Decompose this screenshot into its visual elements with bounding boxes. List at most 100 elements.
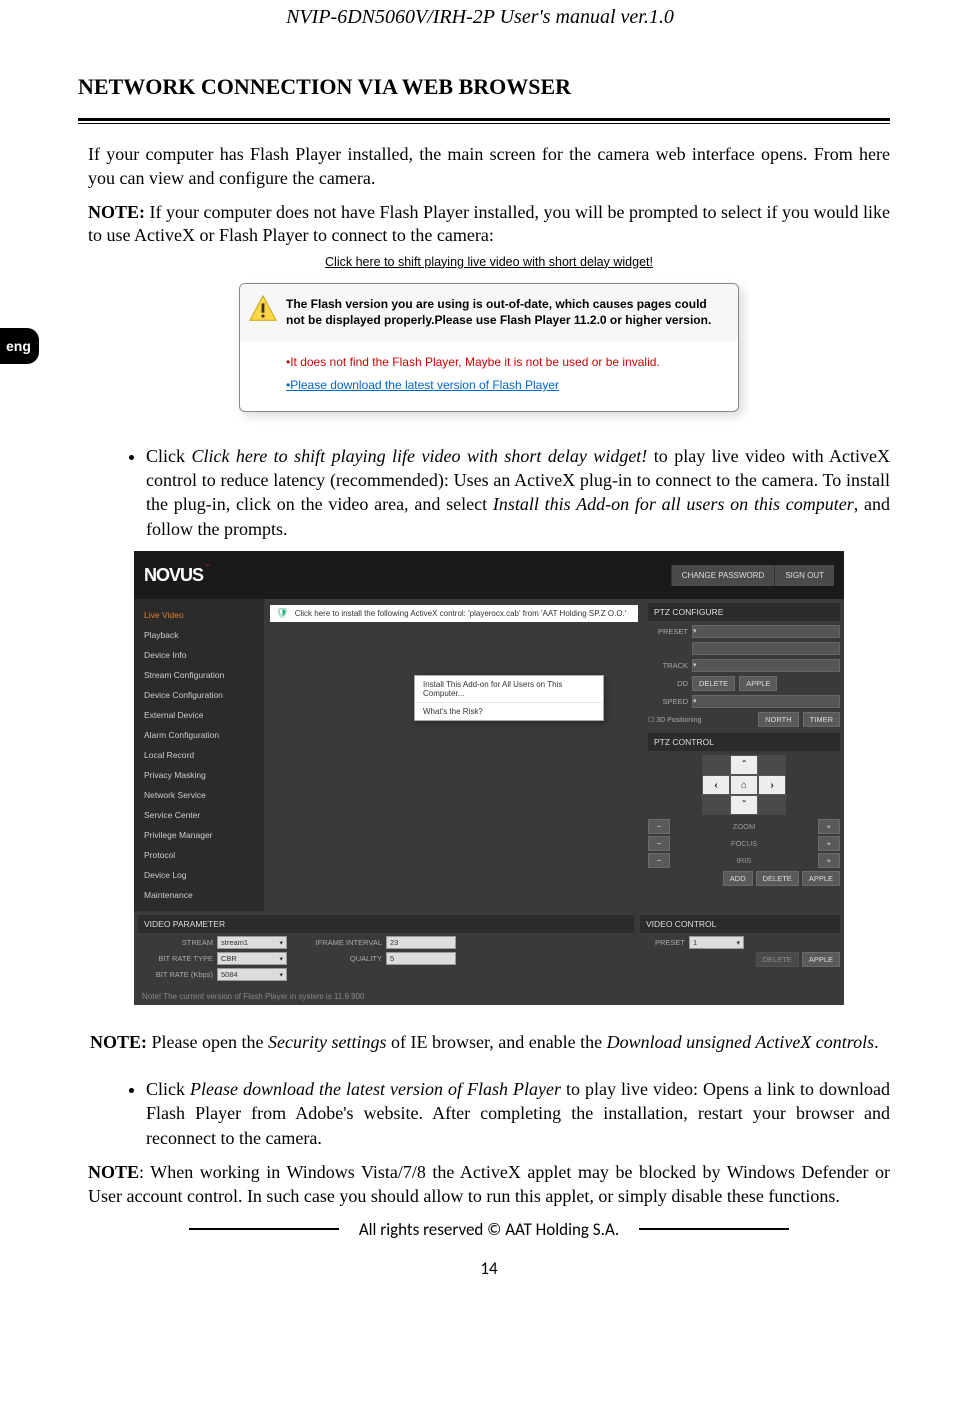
ptz-preset-label: PRESET bbox=[648, 627, 688, 636]
dpad-down[interactable]: ˇ bbox=[730, 795, 758, 815]
ptz-field[interactable] bbox=[692, 642, 840, 655]
sidebar-item-playback[interactable]: Playback bbox=[134, 625, 264, 645]
zoom-minus[interactable]: − bbox=[648, 819, 670, 834]
note-label: NOTE: bbox=[90, 1032, 147, 1052]
vp-stream-label: STREAM bbox=[138, 938, 213, 947]
novus-logo: NOVUS˘ bbox=[144, 565, 209, 586]
sidebar-item-service-center[interactable]: Service Center bbox=[134, 805, 264, 825]
section-rule bbox=[78, 118, 890, 124]
cam-main-area: 🛡 Click here to install the following Ac… bbox=[264, 599, 644, 911]
bullet-activex: Click Click here to shift playing life v… bbox=[146, 444, 890, 541]
txt: Click bbox=[146, 446, 191, 466]
ptz-control-title: PTZ CONTROL bbox=[648, 733, 840, 751]
vp-ifi-label: IFRAME INTERVAL bbox=[307, 938, 382, 947]
sign-out-button[interactable]: SIGN OUT bbox=[774, 565, 834, 586]
ptz-north-button[interactable]: NORTH bbox=[758, 712, 799, 727]
vp-q-field[interactable]: 5 bbox=[386, 952, 456, 965]
intro-paragraph: If your computer has Flash Player instal… bbox=[88, 142, 890, 191]
txt-italic: Install this Add-on for all users on thi… bbox=[493, 494, 854, 514]
note-flash-missing: NOTE: If your computer does not have Fla… bbox=[88, 201, 890, 247]
iris-minus[interactable]: − bbox=[648, 853, 670, 868]
sidebar-item-stream-config[interactable]: Stream Configuration bbox=[134, 665, 264, 685]
note-body: If your computer does not have Flash Pla… bbox=[88, 202, 890, 245]
activex-context-menu: Install This Add-on for All Users on Thi… bbox=[414, 675, 604, 721]
ptz-track-label: TRACK bbox=[648, 661, 688, 670]
ptz-dd-label: DD bbox=[648, 679, 688, 688]
note-activex-blocked: NOTE: When working in Windows Vista/7/8 … bbox=[88, 1160, 890, 1209]
vp-brt-select[interactable]: CBR bbox=[217, 952, 287, 965]
sidebar-item-alarm-config[interactable]: Alarm Configuration bbox=[134, 725, 264, 745]
txt: . bbox=[874, 1032, 879, 1052]
focus-minus[interactable]: − bbox=[648, 836, 670, 851]
sidebar-item-network-service[interactable]: Network Service bbox=[134, 785, 264, 805]
sidebar-item-privilege-manager[interactable]: Privilege Manager bbox=[134, 825, 264, 845]
bullet-flash-download: Click Please download the latest version… bbox=[146, 1077, 890, 1150]
ptz-add-button[interactable]: ADD bbox=[723, 871, 753, 886]
vp-ifi-field[interactable]: 23 bbox=[386, 936, 456, 949]
dpad-home[interactable]: ⌂ bbox=[730, 775, 758, 795]
sidebar-item-privacy-masking[interactable]: Privacy Masking bbox=[134, 765, 264, 785]
txt: Click bbox=[146, 1079, 190, 1099]
vc-apple-button[interactable]: APPLE bbox=[802, 952, 840, 967]
copyright-text: All rights reserved © AAT Holding S.A. bbox=[359, 1219, 619, 1240]
flash-download-link[interactable]: •Please download the latest version of F… bbox=[286, 374, 726, 397]
ptz-dpad: ˆ ‹⌂› ˇ bbox=[702, 755, 786, 815]
sidebar-item-device-info[interactable]: Device Info bbox=[134, 645, 264, 665]
sidebar-item-external-device[interactable]: External Device bbox=[134, 705, 264, 725]
video-parameter-title: VIDEO PARAMETER bbox=[138, 915, 634, 933]
txt-italic: Please download the latest version of Fl… bbox=[190, 1079, 561, 1099]
cam-sidebar: Live Video Playback Device Info Stream C… bbox=[134, 599, 264, 911]
sidebar-item-device-config[interactable]: Device Configuration bbox=[134, 685, 264, 705]
video-control-title: VIDEO CONTROL bbox=[640, 915, 840, 933]
ptz-apple-button2[interactable]: APPLE bbox=[802, 871, 840, 886]
vc-delete-button[interactable]: DELETE bbox=[756, 952, 799, 967]
shift-playing-link[interactable]: Click here to shift playing live video w… bbox=[88, 255, 890, 269]
ctx-install-all-users[interactable]: Install This Add-on for All Users on Thi… bbox=[415, 676, 603, 703]
ptz-apple-button[interactable]: APPLE bbox=[739, 676, 777, 691]
ptz-delete-button[interactable]: DELETE bbox=[692, 676, 735, 691]
ptz-3d-positioning[interactable]: ☐ 3D Positioning bbox=[648, 716, 701, 724]
sidebar-item-local-record[interactable]: Local Record bbox=[134, 745, 264, 765]
txt: of IE browser, and enable the bbox=[386, 1032, 606, 1052]
vc-preset-label: PRESET bbox=[640, 938, 685, 947]
sidebar-item-protocol[interactable]: Protocol bbox=[134, 845, 264, 865]
vc-preset-select[interactable]: 1 bbox=[689, 936, 744, 949]
zoom-plus[interactable]: + bbox=[818, 819, 840, 834]
warning-triangle-icon bbox=[248, 294, 278, 324]
vp-br-label: BIT RATE (Kbps) bbox=[138, 970, 213, 979]
vp-q-label: QUALITY bbox=[307, 954, 382, 963]
focus-label: FOCUS bbox=[670, 839, 818, 848]
section-heading: NETWORK CONNECTION VIA WEB BROWSER bbox=[78, 74, 890, 100]
ptz-timer-button[interactable]: TIMER bbox=[803, 712, 840, 727]
flash-not-found-text: •It does not find the Flash Player, Mayb… bbox=[286, 351, 726, 374]
iris-plus[interactable]: + bbox=[818, 853, 840, 868]
page-number: 14 bbox=[88, 1258, 890, 1279]
txt-italic: Click here to shift playing life video w… bbox=[191, 446, 647, 466]
ptz-delete-button2[interactable]: DELETE bbox=[756, 871, 799, 886]
dpad-left[interactable]: ‹ bbox=[702, 775, 730, 795]
txt-italic: Download unsigned ActiveX controls bbox=[607, 1032, 874, 1052]
vp-stream-select[interactable]: stream1 bbox=[217, 936, 287, 949]
shield-icon: 🛡 bbox=[276, 608, 289, 619]
cam-footer-note: Note! The current version of Flash Playe… bbox=[134, 988, 844, 1005]
change-password-button[interactable]: CHANGE PASSWORD bbox=[671, 565, 775, 586]
ctx-whats-the-risk[interactable]: What's the Risk? bbox=[415, 703, 603, 720]
ptz-configure-title: PTZ CONFIGURE bbox=[648, 603, 840, 621]
txt: : When working in Windows Vista/7/8 the … bbox=[88, 1162, 890, 1206]
focus-plus[interactable]: + bbox=[818, 836, 840, 851]
flash-warning-header: The Flash version you are using is out-o… bbox=[240, 284, 738, 342]
lbl: 3D Positioning bbox=[656, 717, 701, 724]
ptz-speed-select[interactable] bbox=[692, 695, 840, 708]
dpad-up[interactable]: ˆ bbox=[730, 755, 758, 775]
sidebar-item-device-log[interactable]: Device Log bbox=[134, 865, 264, 885]
vp-br-select[interactable]: 5084 bbox=[217, 968, 287, 981]
dpad-right[interactable]: › bbox=[758, 775, 786, 795]
activex-install-text: Click here to install the following Acti… bbox=[295, 609, 627, 618]
txt-italic: Security settings bbox=[268, 1032, 386, 1052]
ptz-preset-select[interactable] bbox=[692, 625, 840, 638]
sidebar-item-live-video[interactable]: Live Video bbox=[134, 605, 264, 625]
logo-text: NOVUS bbox=[144, 565, 203, 586]
sidebar-item-maintenance[interactable]: Maintenance bbox=[134, 885, 264, 905]
activex-install-bar[interactable]: 🛡 Click here to install the following Ac… bbox=[270, 605, 638, 622]
ptz-track-select[interactable] bbox=[692, 659, 840, 672]
